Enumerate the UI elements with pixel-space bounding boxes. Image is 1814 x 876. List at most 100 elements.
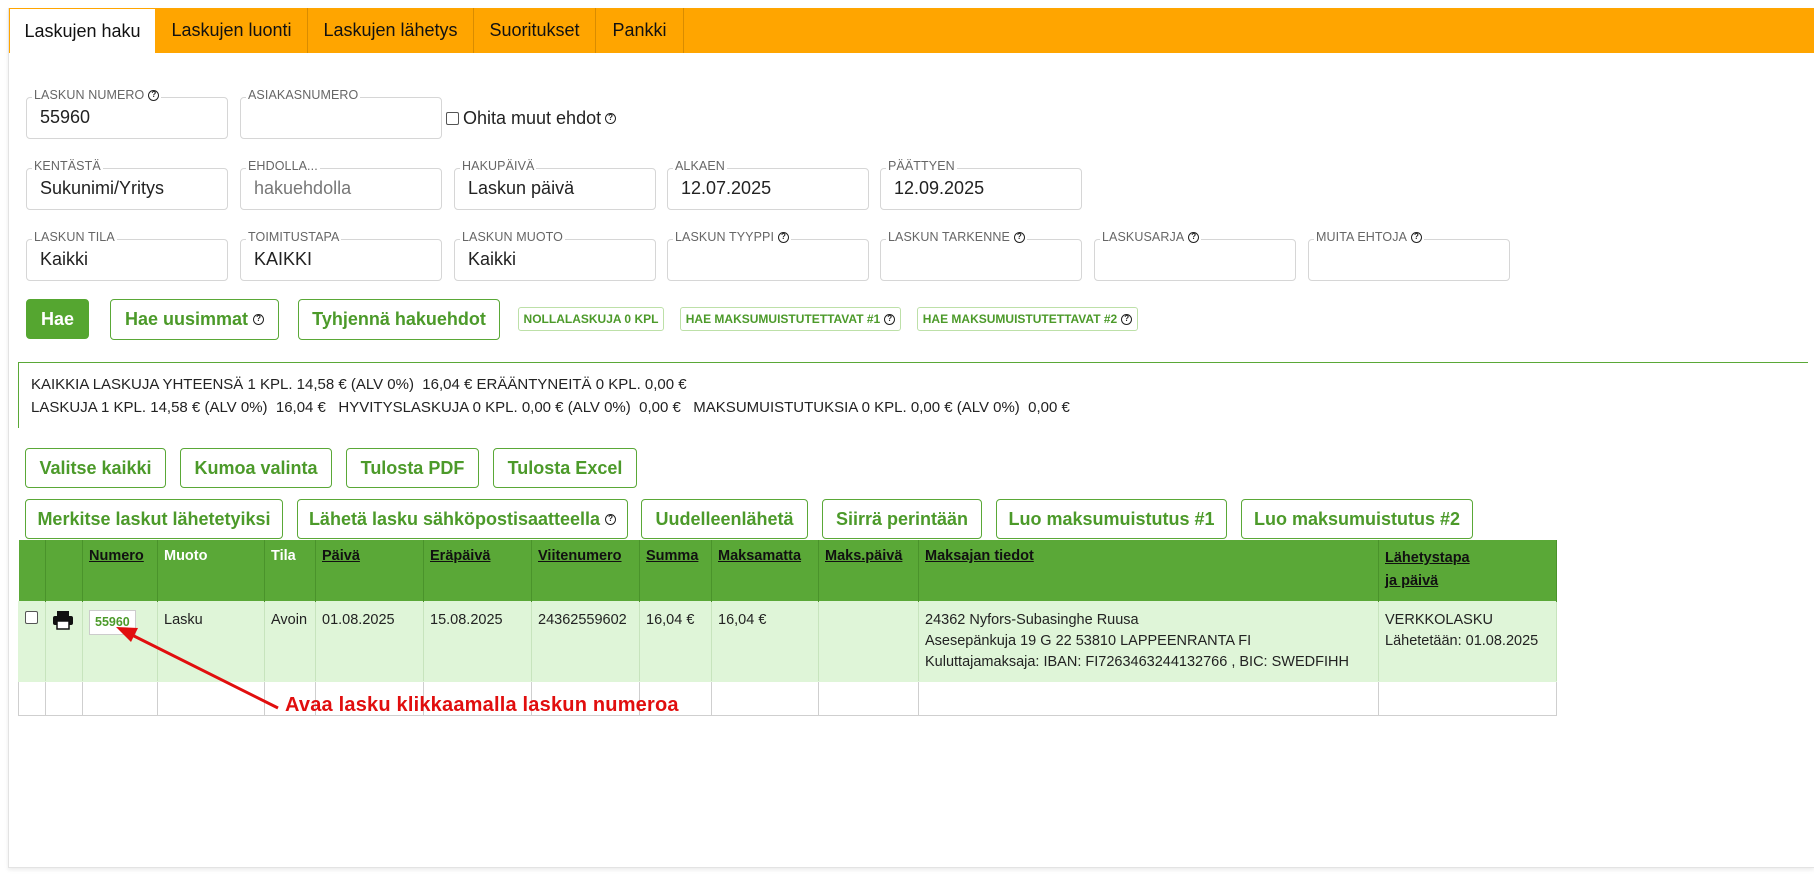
help-icon: ? bbox=[253, 314, 265, 325]
laskun-tila-select[interactable]: Kaikki bbox=[26, 239, 228, 281]
header-maksajan-tiedot[interactable]: Maksajan tiedot bbox=[918, 540, 1379, 602]
kentasta-field: Sukunimi/Yritys KENTÄSTÄ bbox=[26, 159, 228, 210]
header-numero[interactable]: Numero bbox=[82, 540, 158, 602]
header-print bbox=[45, 540, 83, 602]
payer-address: Asesepänkuja 19 G 22 53810 LAPPEENRANTA … bbox=[925, 633, 1252, 649]
header-erapaiva[interactable]: Eräpäivä bbox=[423, 540, 532, 602]
luo-maksumuistutus-1-button[interactable]: Luo maksumuistutus #1 bbox=[996, 499, 1227, 539]
table-header-row: Numero Muoto Tila Päivä Eräpäivä Viitenu… bbox=[18, 540, 1557, 602]
row-checkbox[interactable] bbox=[25, 611, 38, 624]
tab-suoritukset[interactable]: Suoritukset bbox=[474, 8, 596, 53]
help-icon: ? bbox=[605, 513, 617, 525]
toimitustapa-label: TOIMITUSTAPA bbox=[246, 230, 342, 244]
header-lahetystapa-line1: Lähetystapa bbox=[1385, 550, 1470, 566]
row-viitenumero: 24362559602 bbox=[531, 601, 640, 682]
valitse-kaikki-button[interactable]: Valitse kaikki bbox=[25, 448, 166, 488]
tab-laskujen-lahetys[interactable]: Laskujen lähetys bbox=[308, 8, 474, 53]
laskun-numero-field: 55960 LASKUN NUMERO? bbox=[26, 88, 228, 139]
row-erapaiva: 15.08.2025 bbox=[423, 601, 532, 682]
siirra-perintaan-button[interactable]: Siirrä perintään bbox=[822, 499, 982, 539]
ehdolla-input[interactable]: hakuehdolla bbox=[240, 168, 442, 210]
ohita-checkbox[interactable] bbox=[446, 112, 459, 125]
toimitustapa-select[interactable]: KAIKKI bbox=[240, 239, 442, 281]
header-tila: Tila bbox=[264, 540, 316, 602]
tab-laskujen-haku[interactable]: Laskujen haku bbox=[9, 8, 156, 53]
header-maks-paiva[interactable]: Maks.päivä bbox=[818, 540, 919, 602]
help-icon: ? bbox=[884, 313, 896, 325]
row-maks-paiva bbox=[818, 601, 919, 682]
tulosta-excel-button[interactable]: Tulosta Excel bbox=[493, 448, 637, 488]
row-summa: 16,04 € bbox=[639, 601, 712, 682]
laskun-tyyppi-select[interactable] bbox=[667, 239, 869, 281]
tab-pankki[interactable]: Pankki bbox=[596, 8, 684, 53]
kumoa-valinta-button[interactable]: Kumoa valinta bbox=[180, 448, 332, 488]
annotation-text: Avaa lasku klikkaamalla laskun numeroa bbox=[285, 694, 679, 716]
table-row: 55960 Lasku Avoin 01.08.2025 15.08.2025 … bbox=[18, 601, 1557, 682]
print-icon[interactable] bbox=[52, 610, 74, 630]
header-paiva[interactable]: Päivä bbox=[315, 540, 424, 602]
tulosta-pdf-button[interactable]: Tulosta PDF bbox=[346, 448, 479, 488]
help-icon[interactable]: ? bbox=[1013, 231, 1025, 243]
help-icon[interactable]: ? bbox=[605, 113, 617, 124]
luo-maksumuistutus-2-button[interactable]: Luo maksumuistutus #2 bbox=[1241, 499, 1473, 539]
laheta-sahkoposti-button[interactable]: Lähetä lasku sähköpostisaatteella? bbox=[297, 499, 628, 539]
help-icon[interactable]: ? bbox=[1411, 231, 1423, 243]
hae-maksumuistutettavat-1-button[interactable]: HAE MAKSUMUISTUTETTAVAT #1? bbox=[680, 307, 901, 331]
hae-button[interactable]: Hae bbox=[26, 299, 89, 339]
summary-line-1: KAIKKIA LASKUJA YHTEENSÄ 1 KPL. 14,58 € … bbox=[31, 376, 687, 393]
invoice-number-link[interactable]: 55960 bbox=[89, 610, 136, 635]
laskun-numero-label: LASKUN NUMERO bbox=[34, 88, 145, 102]
asiakasnumero-input[interactable] bbox=[240, 97, 442, 139]
invoice-table: Numero Muoto Tila Päivä Eräpäivä Viitenu… bbox=[18, 540, 1557, 716]
header-muoto: Muoto bbox=[157, 540, 265, 602]
row-numero-cell: 55960 bbox=[82, 601, 158, 682]
header-summa[interactable]: Summa bbox=[639, 540, 712, 602]
help-icon[interactable]: ? bbox=[1188, 231, 1200, 243]
row-lahetystapa: VERKKOLASKU Lähetetään: 01.08.2025 bbox=[1378, 601, 1557, 682]
hae-maksumuistutettavat-2-button[interactable]: HAE MAKSUMUISTUTETTAVAT #2? bbox=[917, 307, 1138, 331]
row-maksamatta: 16,04 € bbox=[711, 601, 819, 682]
laskun-muoto-field: Kaikki LASKUN MUOTO bbox=[454, 230, 656, 281]
uudelleenlaheta-button[interactable]: Uudelleenlähetä bbox=[641, 499, 808, 539]
paattyen-date-input[interactable]: 12.09.2025 bbox=[880, 168, 1082, 210]
merkitse-lahetetyiksi-button[interactable]: Merkitse laskut lähetetyiksi bbox=[25, 499, 283, 539]
row-muoto: Lasku bbox=[157, 601, 265, 682]
laskun-muoto-select[interactable]: Kaikki bbox=[454, 239, 656, 281]
kentasta-select[interactable]: Sukunimi/Yritys bbox=[26, 168, 228, 210]
help-icon: ? bbox=[1121, 313, 1133, 325]
laskusarja-select[interactable] bbox=[1094, 239, 1296, 281]
header-lahetystapa-line2: ja päivä bbox=[1385, 573, 1439, 589]
delivery-date: Lähetetään: 01.08.2025 bbox=[1385, 633, 1539, 649]
laskun-tyyppi-field: LASKUN TYYPPI? bbox=[667, 230, 869, 281]
row-tila: Avoin bbox=[264, 601, 316, 682]
laskusarja-field: LASKUSARJA? bbox=[1094, 230, 1296, 281]
muita-ehtoja-label: MUITA EHTOJA bbox=[1316, 230, 1408, 244]
laheta-sahkoposti-label: Lähetä lasku sähköpostisaatteella bbox=[308, 508, 601, 529]
header-viitenumero[interactable]: Viitenumero bbox=[531, 540, 640, 602]
ohita-label: Ohita muut ehdot bbox=[463, 108, 602, 128]
hae-uusimmat-button[interactable]: Hae uusimmat? bbox=[110, 299, 279, 340]
laskun-numero-input[interactable]: 55960 bbox=[26, 97, 228, 139]
row-select-cell bbox=[18, 601, 46, 682]
hakupaiva-label: HAKUPÄIVÄ bbox=[460, 159, 537, 173]
header-maksamatta[interactable]: Maksamatta bbox=[711, 540, 819, 602]
summary-box: KAIKKIA LASKUJA YHTEENSÄ 1 KPL. 14,58 € … bbox=[18, 362, 1808, 428]
kentasta-label: KENTÄSTÄ bbox=[32, 159, 103, 173]
hae-uusimmat-label: Hae uusimmat bbox=[124, 309, 249, 329]
nollalaskuja-button[interactable]: NOLLALASKUJA 0 KPL bbox=[518, 307, 664, 331]
hakupaiva-select[interactable]: Laskun päivä bbox=[454, 168, 656, 210]
laskun-tyyppi-label: LASKUN TYYPPI bbox=[675, 230, 775, 244]
laskun-tarkenne-select[interactable] bbox=[880, 239, 1082, 281]
toimitustapa-field: KAIKKI TOIMITUSTAPA bbox=[240, 230, 442, 281]
alkaen-date-input[interactable]: 12.07.2025 bbox=[667, 168, 869, 210]
tyhjenna-hakuehdot-button[interactable]: Tyhjennä hakuehdot bbox=[298, 299, 500, 340]
row-paiva: 01.08.2025 bbox=[315, 601, 424, 682]
laskun-tila-label: LASKUN TILA bbox=[32, 230, 117, 244]
header-lahetystapa[interactable]: Lähetystapa ja päivä bbox=[1378, 540, 1557, 602]
help-icon[interactable]: ? bbox=[148, 89, 160, 101]
muita-ehtoja-select[interactable] bbox=[1308, 239, 1510, 281]
help-icon[interactable]: ? bbox=[778, 231, 790, 243]
alkaen-label: ALKAEN bbox=[673, 159, 727, 173]
tab-laskujen-luonti[interactable]: Laskujen luonti bbox=[156, 8, 308, 53]
laskun-tarkenne-label: LASKUN TARKENNE bbox=[888, 230, 1010, 244]
